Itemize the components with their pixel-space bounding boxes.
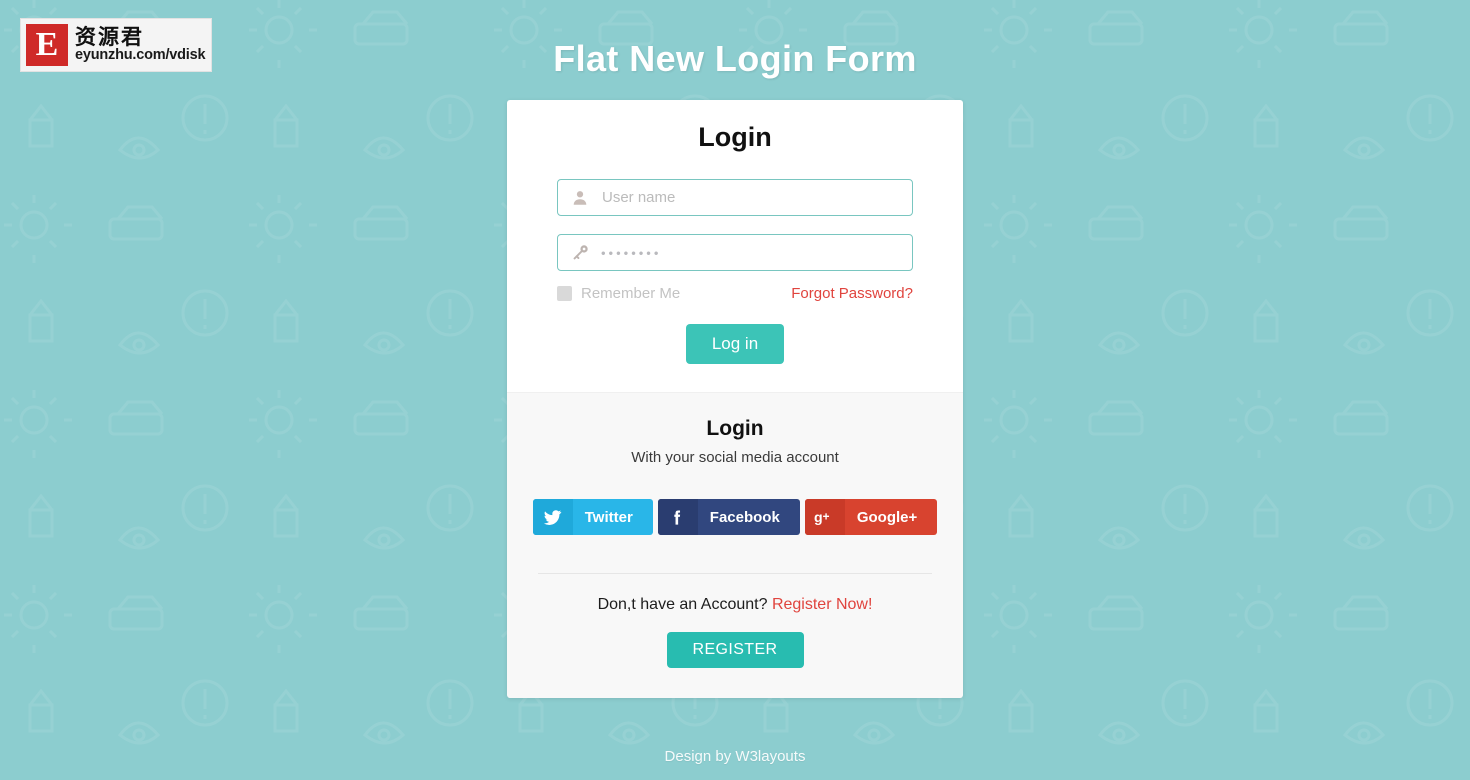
- social-login-section: Login With your social media account Twi…: [507, 392, 963, 698]
- username-field-group: [557, 179, 913, 216]
- facebook-login-button[interactable]: Facebook: [657, 499, 800, 535]
- section-divider: [538, 573, 932, 574]
- username-input[interactable]: [557, 179, 913, 216]
- facebook-icon: [657, 499, 698, 535]
- checkbox-box-icon[interactable]: [557, 286, 572, 301]
- password-field-group: ••••••••: [557, 234, 913, 271]
- social-heading: Login: [706, 417, 764, 440]
- register-now-link[interactable]: Register Now!: [772, 596, 872, 613]
- svg-text:+: +: [822, 510, 829, 523]
- google-plus-login-button[interactable]: g + Google+: [804, 499, 938, 535]
- page-title: Flat New Login Form: [553, 38, 917, 79]
- login-card: Login ••••••••: [507, 100, 963, 698]
- password-input[interactable]: [557, 234, 913, 271]
- register-button[interactable]: REGISTER: [666, 632, 804, 668]
- register-prompt-text: Don,t have an Account?: [597, 596, 768, 613]
- footer-credit: Design by W3layouts: [664, 748, 806, 765]
- watermark-mark-letter: E: [26, 24, 68, 66]
- login-button-wrapper: Log in: [557, 324, 913, 364]
- log-in-button[interactable]: Log in: [685, 324, 785, 364]
- site-watermark-logo: E 资源君 eyunzhu.com/vdisk: [20, 18, 212, 72]
- register-prompt-row: Don,t have an Account? Register Now!: [532, 596, 938, 614]
- login-heading: Login: [698, 122, 772, 152]
- svg-text:g: g: [814, 509, 823, 525]
- remember-me-checkbox[interactable]: Remember Me: [557, 285, 680, 302]
- twitter-login-button[interactable]: Twitter: [532, 499, 653, 535]
- watermark-url-text: eyunzhu.com/vdisk: [75, 47, 206, 64]
- social-subtitle: With your social media account: [631, 449, 839, 466]
- google-plus-icon: g +: [804, 499, 845, 535]
- watermark-chinese-text: 资源君: [75, 24, 144, 49]
- login-options-row: Remember Me Forgot Password?: [557, 285, 913, 302]
- twitter-label: Twitter: [584, 508, 633, 526]
- forgot-password-link[interactable]: Forgot Password?: [791, 285, 913, 302]
- twitter-icon: [532, 499, 573, 535]
- login-card-top-section: Login ••••••••: [507, 100, 963, 392]
- social-buttons-row: Twitter Facebook g + Google+: [532, 499, 938, 535]
- google-plus-label: Google+: [856, 508, 918, 526]
- register-button-wrapper: REGISTER: [532, 632, 938, 668]
- remember-me-label: Remember Me: [581, 285, 681, 302]
- facebook-label: Facebook: [709, 508, 780, 526]
